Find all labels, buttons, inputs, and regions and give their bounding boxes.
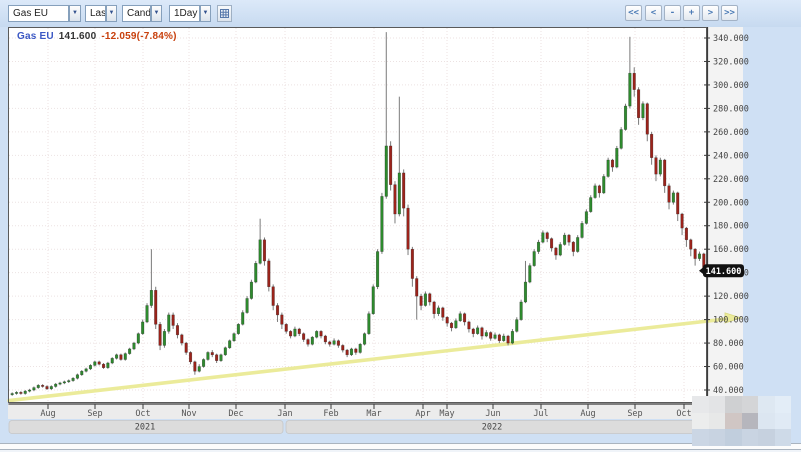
svg-text:300.000: 300.000 [713,81,749,91]
watermark-cell [708,429,725,446]
watermark-cell [758,412,775,430]
watermark-cell [741,412,758,430]
svg-text:Oct: Oct [676,409,691,419]
price-chart[interactable]: 340.000 320.000 300.000 280.000 260.000 240.0… [0,0,801,452]
legend-change: -12.059(-7.84%) [101,31,177,42]
watermark-cell [692,429,709,446]
svg-text:2022: 2022 [482,423,502,433]
chart-legend: Gas EU 141.600 -12.059(-7.84%) [17,31,177,42]
watermark-cell [741,429,758,446]
svg-text:Dec: Dec [228,409,243,419]
svg-text:180.000: 180.000 [713,222,749,232]
svg-text:80.000: 80.000 [713,339,744,349]
watermark-cell [708,396,725,413]
svg-text:Jun: Jun [485,409,500,419]
svg-text:60.000: 60.000 [713,363,744,373]
watermark-cell [758,429,775,446]
svg-text:260.000: 260.000 [713,128,749,138]
watermark-cell [725,412,742,430]
svg-text:220.000: 220.000 [713,175,749,185]
watermark-cell [741,396,758,413]
watermark-cell [758,396,775,413]
svg-text:100.000: 100.000 [713,316,749,326]
svg-text:Apr: Apr [415,409,430,419]
watermark-cell [692,396,709,413]
svg-text:240.000: 240.000 [713,151,749,161]
watermark-cell [692,412,709,430]
svg-text:Jul: Jul [533,409,548,419]
svg-text:Sep: Sep [627,409,642,419]
year-bands: 2021 2022 [8,420,742,434]
svg-text:141.600: 141.600 [706,267,742,277]
legend-symbol: Gas EU [17,31,54,42]
watermark-cell [725,429,742,446]
watermark-cell [774,429,791,446]
svg-text:Feb: Feb [323,409,338,419]
svg-text:320.000: 320.000 [713,57,749,67]
blurred-watermark [692,396,791,446]
svg-text:Mar: Mar [366,409,381,419]
svg-text:Sep: Sep [87,409,102,419]
svg-text:160.000: 160.000 [713,245,749,255]
svg-text:Jan: Jan [277,409,292,419]
svg-text:280.000: 280.000 [713,104,749,114]
svg-text:Aug: Aug [580,409,595,419]
svg-text:200.000: 200.000 [713,198,749,208]
svg-text:Oct: Oct [135,409,150,419]
svg-text:2021: 2021 [135,423,155,433]
svg-text:120.000: 120.000 [713,292,749,302]
svg-text:Aug: Aug [40,409,55,419]
watermark-cell [774,396,791,413]
svg-text:40.000: 40.000 [713,386,744,396]
watermark-cell [725,396,742,413]
svg-text:Nov: Nov [181,409,196,419]
last-price-tag: 141.600 [699,264,744,278]
svg-text:340.000: 340.000 [713,34,749,44]
watermark-cell [708,412,725,430]
svg-text:May: May [439,409,454,419]
watermark-cell [774,412,791,430]
legend-last-price: 141.600 [58,31,97,42]
